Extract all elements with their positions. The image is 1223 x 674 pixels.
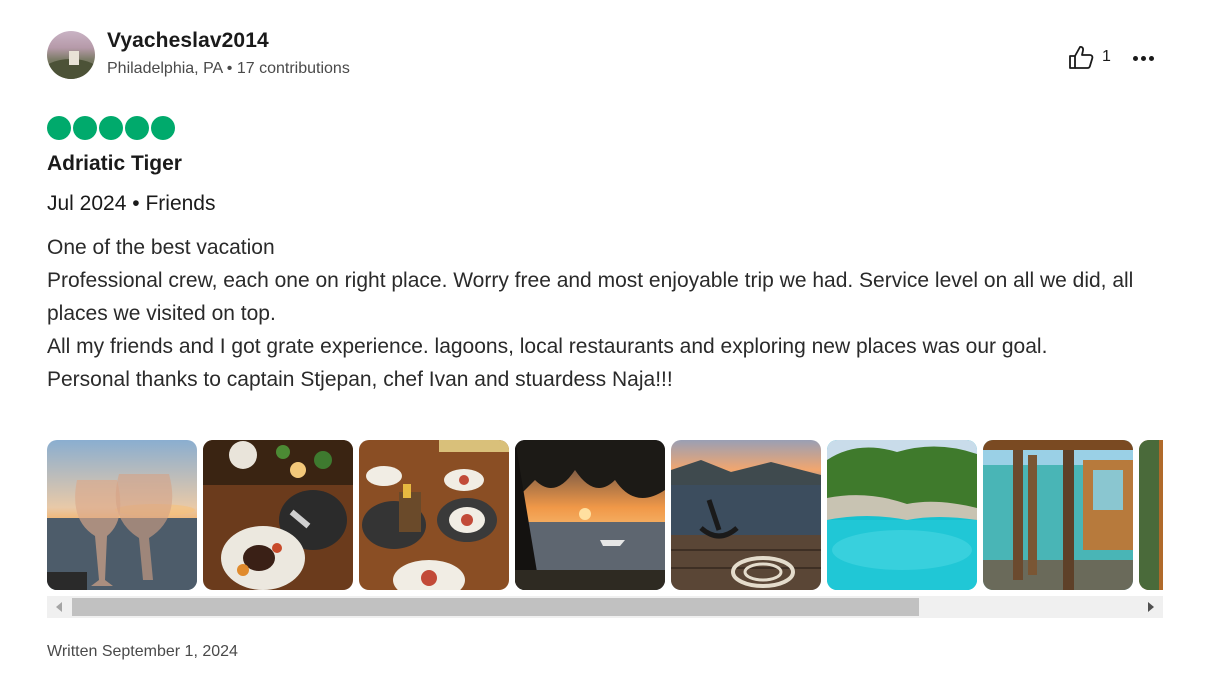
thumbs-up-icon: [1069, 46, 1094, 69]
trip-type: Friends: [145, 192, 216, 215]
reviewer-avatar[interactable]: [47, 31, 95, 79]
photo-table-setting[interactable]: [359, 440, 509, 590]
review-line: All my friends and I got grate experienc…: [47, 335, 1048, 358]
trip-info: Jul 2024 • Friends: [47, 192, 215, 216]
review-title[interactable]: Adriatic Tiger: [47, 152, 182, 176]
trip-separator: •: [132, 192, 140, 215]
reviewer-contributions: 17 contributions: [236, 60, 350, 77]
photo-partial-next[interactable]: [1139, 440, 1163, 590]
rating-bubble: [47, 116, 71, 140]
ellipsis-icon: [1132, 55, 1138, 61]
photo-anchor-on-deck[interactable]: [671, 440, 821, 590]
trip-date: Jul 2024: [47, 192, 127, 215]
scroll-left-arrow[interactable]: [47, 596, 71, 618]
rating-bubble: [73, 116, 97, 140]
review-line: One of the best vacation: [47, 236, 275, 259]
rating-bubble: [99, 116, 123, 140]
review-line: Professional crew, each one on right pla…: [47, 269, 1134, 325]
scroll-right-arrow[interactable]: [1139, 596, 1163, 618]
reviewer-location: Philadelphia, PA: [107, 60, 223, 77]
photo-dinner-table-steak[interactable]: [203, 440, 353, 590]
rating-bubble: [151, 116, 175, 140]
reviewer-name[interactable]: Vyacheslav2014: [107, 29, 269, 53]
photo-restaurant-terrace[interactable]: [983, 440, 1133, 590]
helpful-vote-button[interactable]: 1: [1067, 43, 1111, 71]
photo-gallery: [47, 440, 1163, 590]
written-date: Written September 1, 2024: [47, 643, 238, 660]
reviewer-meta: Philadelphia, PA • 17 contributions: [107, 60, 350, 78]
review-line: Personal thanks to captain Stjepan, chef…: [47, 368, 673, 391]
rating-bubble: [125, 116, 149, 140]
photo-turquoise-cove[interactable]: [827, 440, 977, 590]
review-body: One of the best vacation Professional cr…: [47, 231, 1172, 396]
meta-separator: •: [226, 60, 233, 77]
helpful-count: 1: [1102, 48, 1111, 65]
photo-sunset-trees-boat[interactable]: [515, 440, 665, 590]
gallery-scrollbar[interactable]: [47, 596, 1163, 618]
rating-bubbles: [47, 116, 177, 140]
photo-wine-glasses-sunset[interactable]: [47, 440, 197, 590]
scrollbar-thumb[interactable]: [72, 598, 919, 616]
more-options-button[interactable]: [1129, 44, 1157, 72]
